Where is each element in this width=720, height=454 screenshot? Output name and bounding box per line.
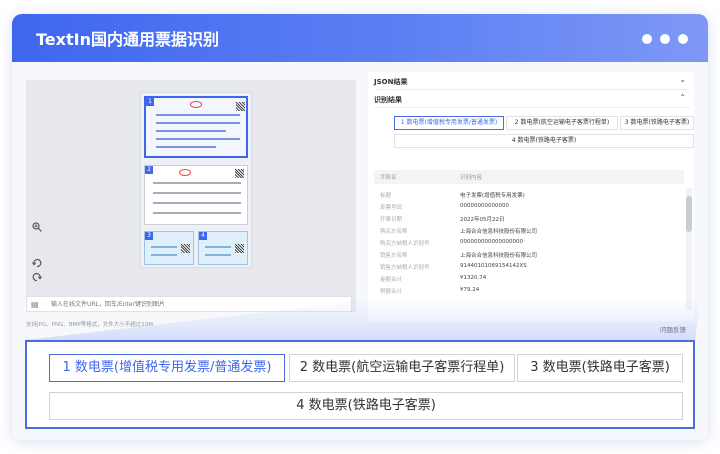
result-section-title: 识别结果 <box>374 96 402 104</box>
qr-code-icon <box>235 244 244 253</box>
upload-hint: 支持JPG、PNG、BMP等格式，文件大小不超过10M <box>26 322 153 328</box>
stamp-icon <box>179 169 191 176</box>
result-panel: JSON结果 ⌄ 识别结果 ⌃ 1 数电票(增值税专用发票/普通发票) 2 数电… <box>368 72 694 322</box>
document-page: 1 2 3 4 <box>140 92 252 268</box>
table-row: 开票日期 2022年05月22日 <box>380 217 505 223</box>
invoice-region-1[interactable]: 1 <box>144 96 248 158</box>
table-row: 购买方名称 上海合合信息科技股份有限公司 <box>380 229 538 235</box>
table-row: 购买方纳税人识别号 000000000000000000 <box>380 239 523 247</box>
url-input-row: ▤ <box>26 296 352 312</box>
region-badge: 3 <box>145 232 153 240</box>
table-row: 金额合计 ¥1320.74 <box>380 275 487 283</box>
qr-code-icon <box>181 244 190 253</box>
column-header-value: 识别内容 <box>460 175 483 181</box>
feedback-link[interactable]: 问题反馈 <box>660 324 686 334</box>
rotate-left-icon[interactable] <box>30 256 44 270</box>
table-row: 发票号码 00000000000000 <box>380 203 509 211</box>
callout-tab-1[interactable]: 1 数电票(增值税专用发票/普通发票) <box>49 354 285 382</box>
invoice-region-2[interactable]: 2 <box>144 165 248 225</box>
title-bar: TextIn国内通用票据识别 <box>12 14 708 62</box>
result-section-header[interactable]: 识别结果 ⌃ <box>374 90 690 108</box>
url-input[interactable] <box>51 299 341 310</box>
result-tab-3[interactable]: 3 数电票(铁路电子客票) <box>620 116 694 130</box>
json-section-header[interactable]: JSON结果 ⌄ <box>374 72 690 90</box>
app-title: TextIn国内通用票据识别 <box>36 30 219 49</box>
column-header-key: 字段名 <box>380 175 397 181</box>
window-dot-icon[interactable] <box>660 34 670 44</box>
json-section-title: JSON结果 <box>374 78 408 86</box>
result-tab-2[interactable]: 2 数电票(航空运输电子客票行程单) <box>506 116 618 130</box>
invoice-region-4[interactable]: 4 <box>198 231 248 265</box>
callout-tab-2[interactable]: 2 数电票(航空运输电子客票行程单) <box>289 354 515 382</box>
result-tab-4[interactable]: 4 数电票(铁路电子客票) <box>394 134 694 148</box>
table-row: 销售方名称 上海合合信息科技股份有限公司 <box>380 253 538 259</box>
document-viewer[interactable]: 1 2 3 4 <box>26 80 356 312</box>
zoomed-tabs-callout: 1 数电票(增值税专用发票/普通发票) 2 数电票(航空运输电子客票行程单) 3… <box>25 340 695 429</box>
region-badge: 2 <box>145 166 153 174</box>
region-badge: 4 <box>199 232 207 240</box>
table-row: 标题 电子发票(增值税专用发票) <box>380 193 525 199</box>
zoom-in-icon[interactable] <box>30 220 44 234</box>
region-badge: 1 <box>146 98 154 106</box>
window-dot-icon[interactable] <box>678 34 688 44</box>
qr-code-icon <box>236 102 245 111</box>
callout-tab-4[interactable]: 4 数电票(铁路电子客票) <box>49 392 683 420</box>
chevron-down-icon[interactable]: ⌄ <box>679 76 686 84</box>
result-scrollbar[interactable] <box>686 188 692 310</box>
qr-code-icon <box>235 169 244 178</box>
upload-icon[interactable]: ▤ <box>31 300 40 309</box>
chevron-up-icon[interactable]: ⌃ <box>679 94 686 102</box>
rotate-right-icon[interactable] <box>30 270 44 284</box>
result-tab-1[interactable]: 1 数电票(增值税专用发票/普通发票) <box>394 116 504 130</box>
scrollbar-thumb[interactable] <box>686 196 692 232</box>
table-row: 销售方纳税人识别号 91440101069154142XS <box>380 263 527 271</box>
invoice-region-3[interactable]: 3 <box>144 231 194 265</box>
table-row: 税额合计 ¥79.24 <box>380 287 480 295</box>
callout-tab-3[interactable]: 3 数电票(铁路电子客票) <box>517 354 683 382</box>
stamp-icon <box>190 101 202 108</box>
result-table-header: 字段名 识别内容 <box>374 170 684 184</box>
window-dot-icon[interactable] <box>642 34 652 44</box>
